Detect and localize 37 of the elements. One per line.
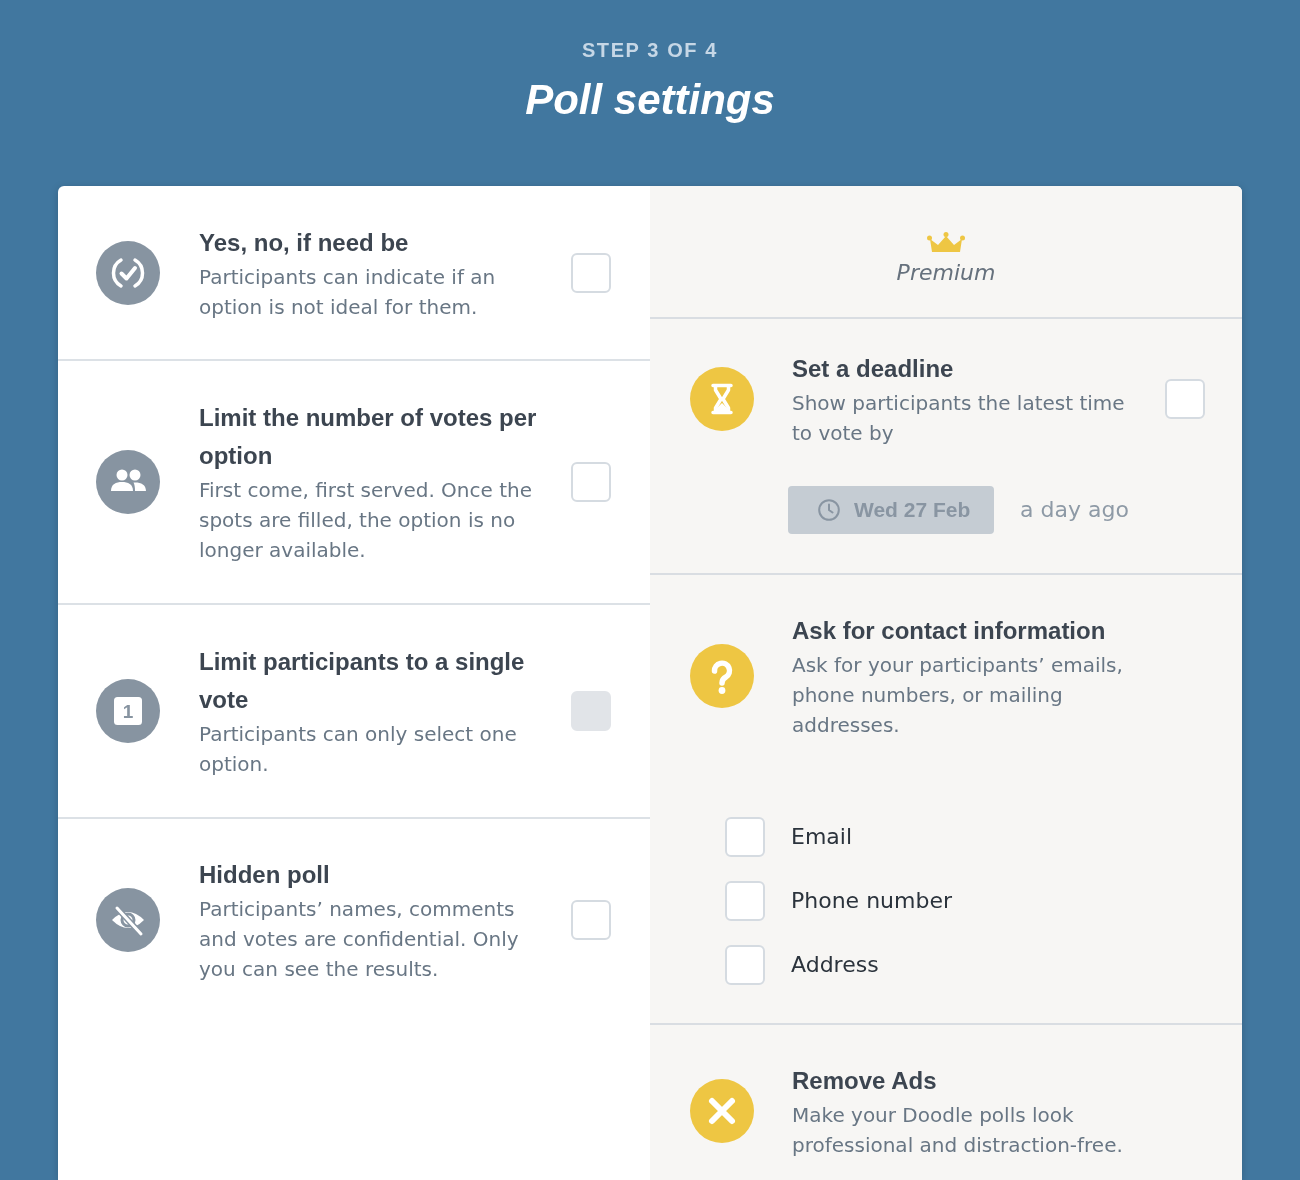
- setting-description: Participants can indicate if an option is not ideal for them.: [199, 263, 497, 321]
- eye-slash-icon: [96, 888, 160, 952]
- option-label: Email: [791, 823, 853, 851]
- setting-description: Make your Doodle polls look professional and distraction-free.: [792, 1102, 1124, 1159]
- step-indicator: STEP 3 OF 4: [580, 38, 720, 62]
- setting-description: Participants’ names, comments and votes are confidential. Only you can see the results.: [199, 896, 520, 983]
- number-tile-icon: 1: [96, 679, 160, 743]
- clock-icon: [818, 499, 840, 521]
- question-mark-icon: [690, 644, 754, 708]
- checkbox[interactable]: [725, 817, 765, 857]
- setting-title: Ask for contact information: [792, 616, 1107, 646]
- cross-icon: [690, 1079, 754, 1143]
- option-label: Address: [791, 951, 879, 979]
- setting-title: Limit participants to a single vote: [199, 647, 526, 715]
- setting-title: Yes, no, if need be: [199, 227, 410, 258]
- setting-description: Participants can only select one option.: [199, 721, 518, 778]
- setting-title: Remove Ads: [792, 1066, 938, 1096]
- setting-description: Show participants the latest time to vote by: [792, 390, 1126, 447]
- checkbox[interactable]: [1165, 379, 1205, 419]
- checkbox[interactable]: [725, 945, 765, 985]
- check-circle-icon: [96, 240, 160, 305]
- checkbox[interactable]: [571, 252, 611, 293]
- checkbox[interactable]: [571, 462, 611, 502]
- setting-title: Set a deadline: [792, 354, 955, 384]
- hourglass-icon: [690, 367, 754, 431]
- people-icon: [96, 450, 160, 514]
- relative-time: a day ago: [1020, 496, 1129, 524]
- checkbox[interactable]: [725, 881, 765, 921]
- crown-icon: [927, 232, 965, 252]
- setting-title: Limit the number of votes per option: [199, 403, 538, 471]
- setting-title: Hidden poll: [199, 860, 331, 890]
- checkbox[interactable]: [571, 900, 611, 940]
- setting-description: Ask for your participants’ emails, phone numbers, or mailing addresses.: [792, 652, 1124, 739]
- option-label: Phone number: [791, 887, 952, 915]
- premium-label: Premium: [896, 259, 996, 287]
- setting-description: First come, first served. Once the spots are filled, the option is no longer available.: [199, 477, 534, 564]
- page-title: Poll settings: [525, 75, 775, 125]
